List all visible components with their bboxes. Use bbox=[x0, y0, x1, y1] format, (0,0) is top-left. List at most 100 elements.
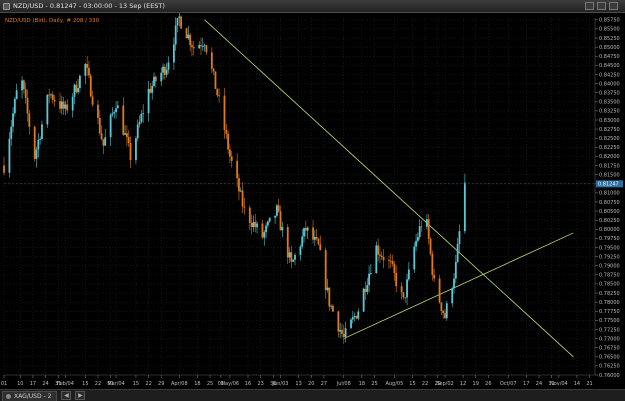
candle-body bbox=[276, 205, 278, 216]
time-tick-label: 29 bbox=[158, 381, 164, 387]
candle-body bbox=[400, 286, 403, 293]
candle-body bbox=[250, 222, 253, 228]
candle-body bbox=[299, 246, 302, 255]
candle-body bbox=[243, 206, 246, 208]
price-tick-label: 0.76000 bbox=[599, 373, 620, 379]
candle-body bbox=[266, 221, 269, 226]
candle-body bbox=[115, 108, 117, 113]
price-tick-label: 0.77500 bbox=[599, 318, 620, 324]
time-tick-label: 17 bbox=[30, 381, 36, 387]
candle-body bbox=[454, 262, 457, 279]
candle-body bbox=[154, 76, 157, 82]
candle-body bbox=[438, 278, 441, 303]
candle-body bbox=[104, 137, 107, 146]
candle-body bbox=[303, 227, 305, 237]
price-tick-label: 0.78750 bbox=[599, 273, 620, 279]
candle-body bbox=[292, 259, 295, 262]
candle-body bbox=[304, 227, 307, 231]
time-tick-label: Apr/08 bbox=[171, 381, 188, 387]
candle-body bbox=[51, 94, 54, 100]
candle-body bbox=[230, 156, 233, 161]
time-tick-label: Oct/07 bbox=[500, 381, 517, 387]
candle-body bbox=[22, 80, 25, 90]
candle-body bbox=[109, 114, 112, 138]
price-tick-label: 0.78250 bbox=[599, 291, 620, 297]
candle-body bbox=[167, 62, 170, 70]
chart-background bbox=[0, 13, 625, 388]
candle-body bbox=[116, 105, 119, 109]
candle-body bbox=[263, 232, 266, 238]
candle-body bbox=[313, 236, 316, 240]
candle-body bbox=[62, 101, 65, 109]
candle-body bbox=[315, 236, 318, 239]
candle-body bbox=[252, 221, 255, 228]
candle-body bbox=[353, 316, 356, 318]
candle-body bbox=[33, 126, 36, 159]
tab-scroll-right-icon[interactable]: ▶ bbox=[75, 391, 86, 400]
maximize-icon[interactable] bbox=[597, 2, 606, 10]
candle-body bbox=[50, 94, 52, 96]
candle-body bbox=[48, 94, 51, 96]
candle-body bbox=[180, 16, 183, 29]
time-tick-label: 19 bbox=[473, 381, 479, 387]
candle-body bbox=[268, 217, 271, 222]
candle-body bbox=[41, 124, 43, 139]
candle-body bbox=[218, 95, 220, 97]
candle-body bbox=[344, 328, 347, 337]
candle-body bbox=[330, 305, 333, 307]
candle-body bbox=[176, 18, 179, 26]
chart-tab[interactable]: XAG/USD - 2 bbox=[2, 390, 58, 401]
candle-body bbox=[393, 264, 396, 274]
price-tick-label: 0.79500 bbox=[599, 245, 620, 251]
time-tick-label: Mar/04 bbox=[107, 381, 124, 387]
candle-body bbox=[277, 205, 280, 212]
candle-body bbox=[98, 117, 101, 134]
price-tick-label: 0.80000 bbox=[599, 227, 620, 233]
candle-body bbox=[407, 269, 410, 280]
candle-body bbox=[205, 45, 208, 53]
candle-body bbox=[451, 288, 454, 304]
price-tick-label: 0.85500 bbox=[599, 27, 620, 33]
candle-body bbox=[227, 133, 230, 150]
candle-body bbox=[420, 226, 423, 228]
price-tick-label: 0.80500 bbox=[599, 209, 620, 215]
candle-body bbox=[214, 71, 217, 90]
candle-body bbox=[254, 221, 257, 228]
price-tick-label: 0.78000 bbox=[599, 300, 620, 306]
candle-body bbox=[319, 244, 322, 251]
candle-body bbox=[239, 190, 242, 192]
candle-body bbox=[351, 317, 354, 320]
time-tick-label: 10 bbox=[17, 381, 23, 387]
time-tick-label: 01 bbox=[1, 381, 7, 387]
tab-scroll-left-icon[interactable]: ◀ bbox=[61, 391, 72, 400]
candle-body bbox=[389, 260, 392, 262]
candle-body bbox=[111, 113, 114, 115]
candle-body bbox=[261, 223, 264, 238]
price-tick-label: 0.78500 bbox=[599, 282, 620, 288]
candle-body bbox=[35, 149, 38, 159]
candle-body bbox=[229, 149, 231, 157]
price-tick-label: 0.77000 bbox=[599, 336, 620, 342]
close-icon[interactable] bbox=[609, 2, 618, 10]
candle-body bbox=[138, 121, 141, 125]
time-tick-label: Aug/05 bbox=[385, 381, 403, 387]
candle-body bbox=[88, 67, 90, 76]
instrument-icon bbox=[6, 393, 11, 399]
candle-body bbox=[189, 34, 192, 46]
candle-body bbox=[317, 238, 320, 245]
time-tick-label: 20 bbox=[308, 381, 314, 387]
candle-body bbox=[458, 231, 461, 244]
candle-body bbox=[26, 97, 29, 114]
candle-body bbox=[225, 130, 228, 134]
candle-body bbox=[223, 95, 226, 131]
price-tick-label: 0.85250 bbox=[599, 36, 620, 42]
candle-body bbox=[178, 16, 181, 19]
price-chart[interactable]: 0.85750 0.85500 0.85250 0.85000 0.84750 0.845… bbox=[0, 13, 625, 388]
price-tick-label: 0.79750 bbox=[599, 236, 620, 242]
price-tick-label: 0.81750 bbox=[599, 163, 620, 169]
minimize-icon[interactable] bbox=[585, 2, 594, 10]
candle-body bbox=[281, 227, 284, 231]
candle-body bbox=[427, 219, 430, 239]
candle-body bbox=[201, 46, 204, 47]
window-titlebar[interactable]: NZD/USD - 0.81247 - 03:00:00 - 13 Sep (E… bbox=[0, 0, 625, 13]
